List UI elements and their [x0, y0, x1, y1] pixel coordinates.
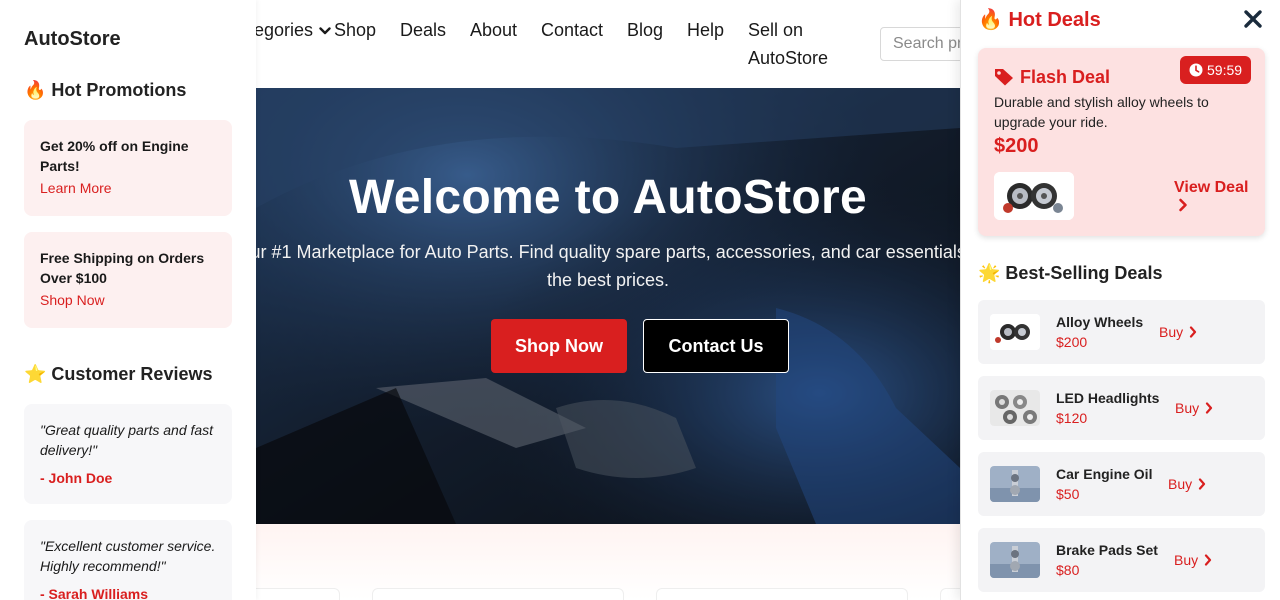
chevron-right-icon: [1190, 326, 1197, 338]
nav-about[interactable]: About: [470, 19, 517, 41]
hero-subtitle: Your #1 Marketplace for Auto Parts. Find…: [256, 238, 960, 294]
buy-label: Buy: [1159, 324, 1184, 340]
deal-name: Brake Pads Set: [1056, 542, 1158, 558]
featured-section: [246, 524, 1000, 600]
tag-icon: [995, 69, 1013, 86]
deal-thumbnail: [990, 542, 1040, 578]
best-selling-heading: 🌟 Best-Selling Deals: [978, 263, 1163, 283]
review-card: "Excellent customer service. Highly reco…: [24, 520, 232, 600]
view-deal-label: View Deal: [1174, 179, 1249, 196]
nav-sell-on-autostore[interactable]: Sell on AutoStore: [748, 16, 848, 72]
deal-price: $80: [1056, 562, 1080, 578]
deal-thumbnail: [990, 390, 1040, 426]
flash-deal-card: 59:59 Flash Deal Durable and stylish all…: [978, 48, 1265, 236]
clock-icon: [1189, 63, 1203, 77]
chevron-down-icon: [319, 27, 331, 35]
alloy-wheels-image: [994, 172, 1074, 220]
close-icon[interactable]: [1242, 8, 1264, 30]
learn-more-link[interactable]: Learn More: [40, 178, 216, 198]
review-author: - Sarah Williams: [40, 586, 149, 600]
buy-label: Buy: [1174, 552, 1199, 568]
deal-item[interactable]: LED Headlights $120 Buy: [978, 376, 1265, 440]
customer-reviews-heading: ⭐ Customer Reviews: [24, 364, 213, 384]
deal-price: $120: [1056, 410, 1088, 426]
chevron-right-icon: [1205, 554, 1212, 566]
promo-title: Free Shipping on Orders Over $100: [40, 250, 205, 286]
product-card[interactable]: [372, 588, 624, 600]
buy-link[interactable]: Buy: [1159, 324, 1197, 340]
flash-deal-description: Durable and stylish alloy wheels to upgr…: [994, 94, 1209, 130]
review-text: "Excellent customer service. Highly reco…: [40, 538, 216, 574]
deal-name: LED Headlights: [1056, 390, 1160, 406]
nav-deals[interactable]: Deals: [400, 19, 446, 41]
buy-link[interactable]: Buy: [1175, 400, 1213, 416]
left-sidebar: AutoStore 🔥 Hot Promotions Get 20% off o…: [0, 0, 256, 600]
hero-subtitle-line-1: Your #1 Marketplace for Auto Parts. Find…: [256, 242, 960, 262]
hot-deals-title: 🔥 Hot Deals: [978, 9, 1101, 31]
buy-link[interactable]: Buy: [1168, 476, 1206, 492]
review-card: "Great quality parts and fast delivery!"…: [24, 404, 232, 504]
flash-deal-price: $200: [994, 135, 1039, 157]
view-deal-link[interactable]: View Deal: [1174, 178, 1254, 218]
deal-item[interactable]: Alloy Wheels $200 Buy: [978, 300, 1265, 364]
hero-subtitle-line-2: the best prices.: [546, 270, 670, 290]
hot-promotions-heading: 🔥 Hot Promotions: [24, 80, 187, 100]
deal-name: Alloy Wheels: [1056, 314, 1144, 330]
product-card[interactable]: [656, 588, 908, 600]
hot-deals-panel: 🔥 Hot Deals 59:59 Flash Deal Durable and…: [960, 0, 1280, 600]
deal-name: Car Engine Oil: [1056, 466, 1153, 482]
deal-thumbnail: [990, 466, 1040, 502]
shop-now-link[interactable]: Shop Now: [40, 290, 216, 310]
chevron-right-icon: [1179, 198, 1187, 212]
deal-item[interactable]: Brake Pads Set $80 Buy: [978, 528, 1265, 592]
nav-shop[interactable]: Shop: [334, 19, 376, 41]
hero-banner: Welcome to AutoStore Your #1 Marketplace…: [256, 88, 960, 524]
timer-value: 59:59: [1207, 62, 1243, 78]
contact-us-button[interactable]: Contact Us: [643, 319, 789, 373]
nav-blog[interactable]: Blog: [627, 19, 663, 41]
review-text: "Great quality parts and fast delivery!": [40, 422, 214, 458]
chevron-right-icon: [1199, 478, 1206, 490]
product-card[interactable]: [246, 588, 340, 600]
hero-content: Welcome to AutoStore Your #1 Marketplace…: [256, 88, 960, 524]
deal-thumbnail: [990, 314, 1040, 350]
review-author: - John Doe: [40, 470, 113, 486]
deal-price: $200: [1056, 334, 1088, 350]
hero-title: Welcome to AutoStore: [348, 171, 868, 224]
promo-card: Free Shipping on Orders Over $100 Shop N…: [24, 232, 232, 328]
deal-item[interactable]: Car Engine Oil $50 Buy: [978, 452, 1265, 516]
flash-deal-label: Flash Deal: [994, 67, 1110, 88]
countdown-timer: 59:59: [1180, 56, 1252, 84]
buy-label: Buy: [1168, 476, 1193, 492]
promo-card: Get 20% off on Engine Parts! Learn More: [24, 120, 232, 216]
promo-title: Get 20% off on Engine Parts!: [40, 138, 189, 174]
buy-link[interactable]: Buy: [1174, 552, 1212, 568]
brand-logo[interactable]: AutoStore: [24, 28, 121, 51]
deal-price: $50: [1056, 486, 1080, 502]
nav-contact[interactable]: Contact: [541, 19, 603, 41]
chevron-right-icon: [1206, 402, 1213, 414]
nav-help[interactable]: Help: [687, 19, 724, 41]
buy-label: Buy: [1175, 400, 1200, 416]
flash-deal-title: Flash Deal: [1020, 67, 1111, 87]
shop-now-button[interactable]: Shop Now: [491, 319, 627, 373]
